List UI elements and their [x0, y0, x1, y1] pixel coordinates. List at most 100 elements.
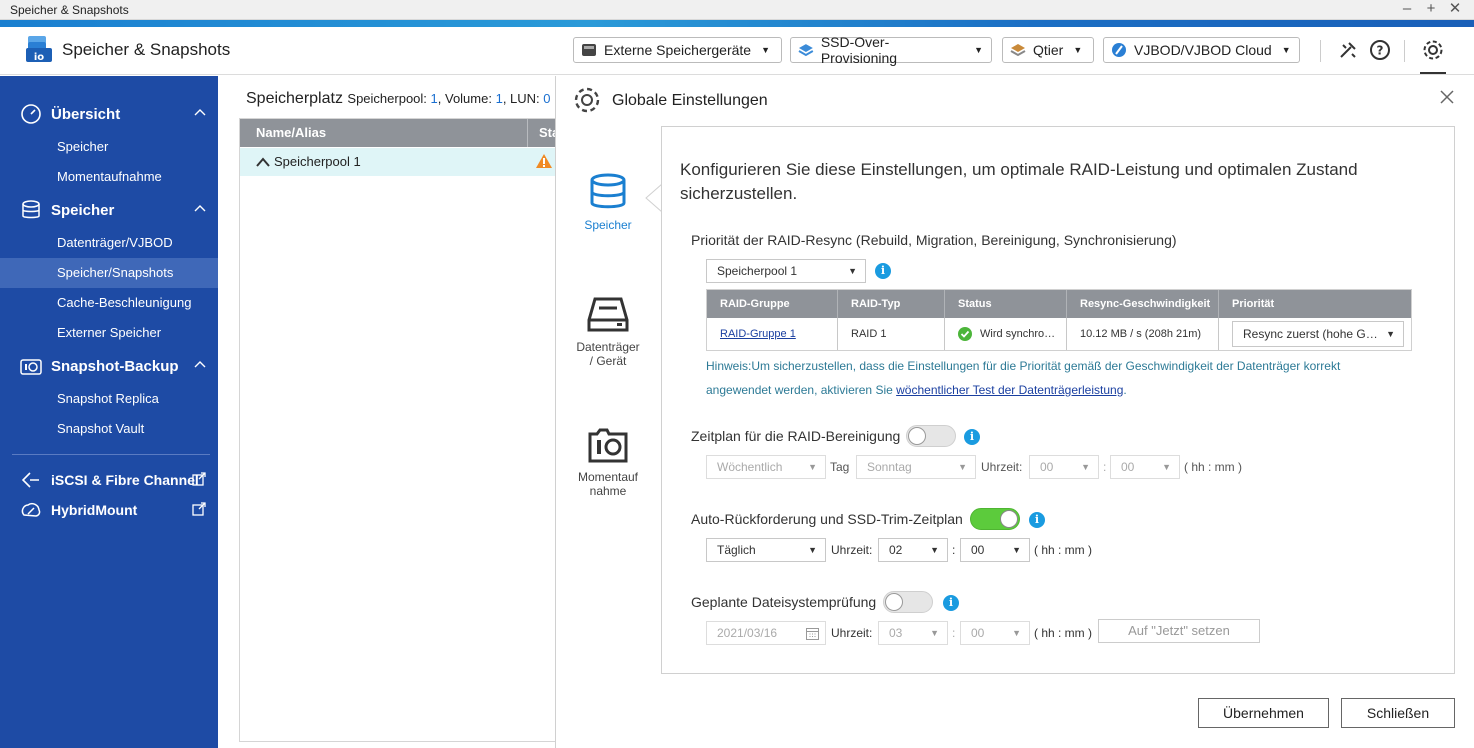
help-icon: ? [1370, 40, 1390, 60]
pool-summary: Speicherpool: 1, Volume: 1, LUN: 0 [347, 91, 550, 106]
time-format-hint: ( hh : mm ) [1034, 543, 1093, 557]
scrub-day-value: Sonntag [867, 460, 912, 474]
sidebar-link-iscsi[interactable]: iSCSI & Fibre Channel [0, 465, 218, 495]
tab-snapshot[interactable]: Momentauf nahme [568, 428, 648, 498]
app-header: io Speicher & Snapshots Externe Speicher… [0, 27, 1474, 75]
hint-text: Hinweis:Um sicherzustellen, dass die Ein… [706, 354, 1396, 402]
maximize-icon[interactable]: + [1420, 0, 1442, 18]
raid-group-link[interactable]: RAID-Gruppe 1 [720, 328, 796, 340]
external-link-icon [192, 502, 206, 516]
chevron-down-icon: ▼ [1081, 462, 1090, 472]
info-icon[interactable]: i [875, 263, 891, 279]
fscheck-hour-select[interactable]: 03 ▼ [878, 621, 948, 645]
fscheck-title: Geplante Dateisystemprüfung [691, 594, 877, 610]
sidebar-item-snapshot-overview[interactable]: Momentaufnahme [0, 162, 218, 192]
sidebar-group-label: Übersicht [51, 105, 121, 123]
fscheck-minute-value: 00 [971, 626, 985, 640]
trim-hour-select[interactable]: 02 ▼ [878, 538, 948, 562]
tools-button[interactable] [1335, 36, 1361, 64]
column-name[interactable]: Name/Alias [256, 125, 326, 140]
trim-minute-select[interactable]: 00 ▼ [960, 538, 1030, 562]
trim-title: Auto-Rückforderung und SSD-Trim-Zeitplan [691, 511, 963, 527]
chevron-down-icon: ▼ [930, 545, 939, 555]
time-label: Uhrzeit: [981, 460, 1023, 474]
sidebar-item-snapshot-replica[interactable]: Snapshot Replica [0, 384, 218, 414]
window-title: Speicher & Snapshots [10, 3, 129, 17]
chevron-down-icon: ▼ [1162, 462, 1171, 472]
fscheck-minute-select[interactable]: 00 ▼ [960, 621, 1030, 645]
close-button[interactable]: Schließen [1341, 698, 1455, 728]
scrub-frequency-select[interactable]: Wöchentlich ▼ [706, 455, 826, 479]
tab-disk-device[interactable]: Datenträger / Gerät [568, 296, 648, 368]
tab-storage[interactable]: Speicher [568, 172, 648, 232]
pool-name: Speicherpool 1 [274, 154, 361, 169]
sidebar-item-cache-acceleration[interactable]: Cache-Beschleunigung [0, 288, 218, 318]
sidebar-item-snapshot-vault[interactable]: Snapshot Vault [0, 414, 218, 444]
time-separator: : [1103, 460, 1107, 474]
table-header: Name/Alias Status [240, 119, 555, 147]
raid-group-cell: RAID-Gruppe 1 [707, 318, 837, 350]
check-circle-icon [958, 327, 972, 341]
resync-speed-cell: 10.12 MB / s (208h 21m) [1066, 318, 1218, 350]
fscheck-date-field[interactable]: 2021/03/16 [706, 621, 826, 645]
info-icon[interactable]: i [943, 595, 959, 611]
scrub-day-select[interactable]: Sonntag ▼ [856, 455, 976, 479]
time-label: Uhrzeit: [831, 543, 873, 557]
ssd-overprovisioning-button[interactable]: SSD-Over-Provisioning ▼ [790, 34, 992, 66]
close-window-icon[interactable]: ✕ [1444, 0, 1466, 18]
scrub-toggle[interactable] [906, 425, 956, 447]
sidebar-item-storage-overview[interactable]: Speicher [0, 132, 218, 162]
sidebar-item-storage-snapshots[interactable]: Speicher/Snapshots [0, 258, 218, 288]
set-now-button[interactable]: Auf "Jetzt" setzen [1098, 619, 1260, 643]
column-status: Status [944, 290, 1066, 318]
chevron-down-icon: ▼ [1382, 322, 1395, 346]
sidebar-item-disks-vjbod[interactable]: Datenträger/VJBOD [0, 228, 218, 258]
vjbod-icon [1112, 43, 1126, 57]
qtier-button[interactable]: Qtier ▼ [1002, 37, 1094, 63]
scrub-hour-select[interactable]: 00 ▼ [1029, 455, 1099, 479]
chevron-down-icon: ▼ [974, 45, 983, 55]
info-icon[interactable]: i [964, 429, 980, 445]
disk-performance-test-link[interactable]: wöchentlicher Test der Datenträgerleistu… [896, 383, 1123, 397]
fscheck-date-value: 2021/03/16 [717, 626, 778, 640]
trim-toggle[interactable] [970, 508, 1020, 530]
vjbod-button[interactable]: VJBOD/VJBOD Cloud ▼ [1103, 37, 1300, 63]
fscheck-toggle[interactable] [883, 591, 933, 613]
dialog-title: Globale Einstellungen [612, 92, 768, 109]
column-status[interactable]: Status [539, 125, 555, 140]
priority-select[interactable]: Resync zuerst (hohe G… ▼ [1232, 321, 1404, 347]
help-button[interactable]: ? [1367, 36, 1393, 64]
tab-label-line1: Datenträger [576, 340, 640, 354]
external-storage-button[interactable]: Externe Speichergeräte ▼ [573, 37, 782, 63]
table-row[interactable]: Speicherpool 1 [240, 148, 555, 176]
sidebar-divider [12, 454, 210, 455]
scrub-hour-value: 00 [1040, 460, 1054, 474]
scrub-minute-select[interactable]: 00 ▼ [1110, 455, 1180, 479]
volume-label: , Volume: [437, 91, 492, 106]
time-separator: : [952, 543, 956, 557]
dashboard-icon [21, 104, 41, 124]
apply-button[interactable]: Übernehmen [1198, 698, 1329, 728]
chevron-up-icon[interactable] [256, 157, 270, 167]
sidebar-group-snapshot-backup[interactable]: Snapshot-Backup [0, 351, 218, 381]
sidebar-link-label: HybridMount [51, 502, 138, 518]
sidebar-group-storage[interactable]: Speicher [0, 195, 218, 225]
warning-icon [536, 154, 552, 168]
chevron-down-icon: ▼ [761, 45, 771, 55]
raid-type-cell: RAID 1 [837, 318, 944, 350]
settings-button[interactable] [1420, 36, 1446, 64]
sidebar-item-external-storage[interactable]: Externer Speicher [0, 318, 218, 348]
pool-label: Speicherpool: [347, 91, 427, 106]
trim-frequency-select[interactable]: Täglich ▼ [706, 538, 826, 562]
pool-select[interactable]: Speicherpool 1 ▼ [706, 259, 866, 283]
sidebar: Übersicht Speicher Momentaufnahme Speich… [0, 76, 218, 748]
gear-icon [574, 87, 600, 113]
sidebar-group-overview[interactable]: Übersicht [0, 99, 218, 129]
svg-text:?: ? [1377, 44, 1384, 58]
chevron-up-icon [194, 109, 206, 116]
info-icon[interactable]: i [1029, 512, 1045, 528]
minimize-icon[interactable]: – [1396, 0, 1418, 18]
sidebar-link-hybridmount[interactable]: HybridMount [0, 495, 218, 525]
calendar-icon[interactable] [806, 627, 819, 640]
close-icon[interactable] [1440, 90, 1454, 104]
